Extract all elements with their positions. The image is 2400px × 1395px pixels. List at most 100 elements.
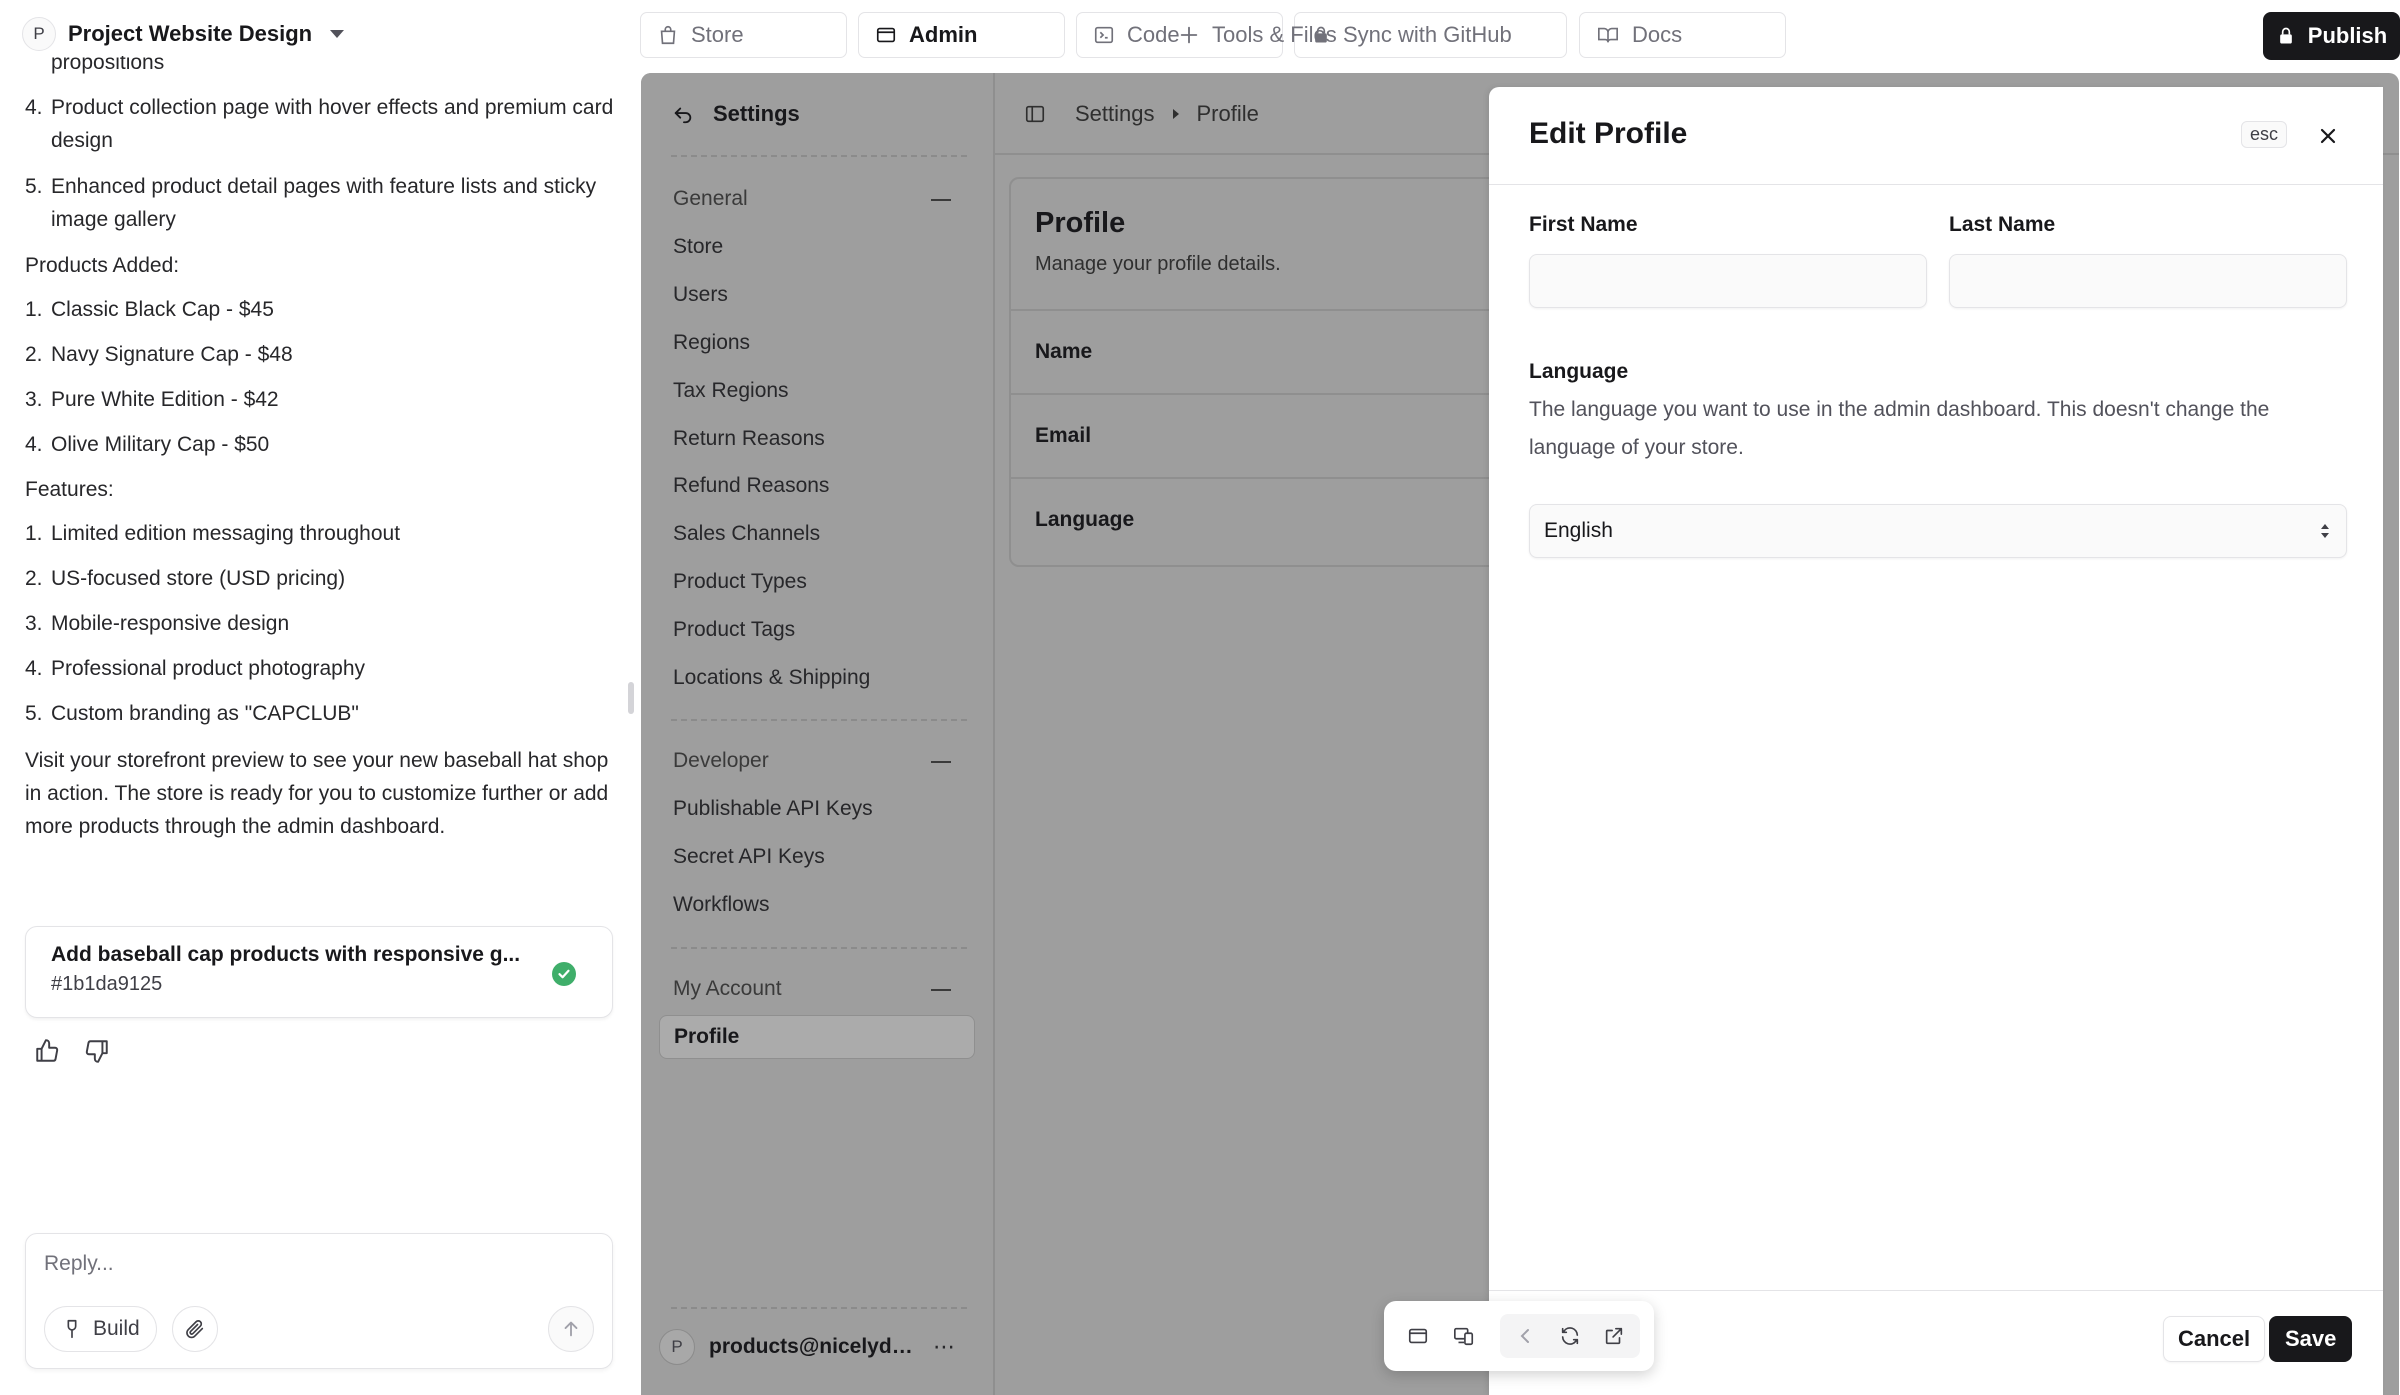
minus-icon[interactable] [931,199,951,201]
sidebar-item-return-reasons[interactable]: Return Reasons [673,427,825,451]
edit-profile-drawer: Edit Profile esc First Name Last Name La… [1489,87,2383,1395]
sidebar-item-secret-api-keys[interactable]: Secret API Keys [673,845,825,869]
build-label: Build [93,1317,140,1340]
book-open-icon [1598,27,1618,43]
chevron-right-icon [1172,109,1179,119]
sidebar-item-tax-regions[interactable]: Tax Regions [673,379,789,403]
settings-back-button[interactable]: Settings [671,101,800,127]
thumbs-up-icon[interactable] [32,1036,62,1066]
sidebar-item-locations-shipping[interactable]: Locations & Shipping [673,666,870,690]
attach-button[interactable] [172,1306,218,1352]
check-circle-icon [552,962,576,986]
plus-icon [1180,26,1198,44]
sidebar-item-refund-reasons[interactable]: Refund Reasons [673,474,829,498]
close-icon[interactable] [2313,121,2343,151]
preview-toolbar [1384,1301,1654,1371]
first-name-input[interactable] [1529,254,1927,308]
publish-button[interactable]: Publish [2263,12,2400,60]
sidebar-item-regions[interactable]: Regions [673,331,750,355]
first-name-label: First Name [1529,213,1638,236]
preview-nav-group [1500,1314,1640,1358]
lock-icon [2279,27,2292,44]
sidebar-toggle-icon[interactable] [1023,103,1047,125]
language-label: Language [1529,360,1629,383]
divider [671,719,967,721]
list-item: 2. US-focused store (USD pricing) [25,567,346,590]
settings-sidebar: Settings General Store Users Regions Tax… [641,73,995,1395]
profile-card: Profile Manage your profile details. Nam… [1009,177,1529,567]
save-button[interactable]: Save [2269,1316,2353,1362]
products-list: 1. Classic Black Cap - $45 2. Navy Signatu… [25,293,615,461]
sidebar-item-store[interactable]: Store [673,235,723,259]
user-menu[interactable]: P products@nicelydon... ⋯ [659,1325,975,1369]
minus-icon[interactable] [931,989,951,991]
breadcrumb-profile: Profile [1196,101,1259,126]
divider [671,155,967,157]
project-name: Project Website Design [68,21,313,46]
panel-resize-handle[interactable] [628,682,634,714]
reply-composer: Build [25,1233,613,1369]
commit-card[interactable]: Add baseball cap products with responsiv… [25,926,613,1018]
profile-row-language: Language [1011,477,1527,561]
clipped-text: propositions [51,56,165,74]
language-select[interactable]: English [1529,504,2347,558]
list-item: 5. Enhanced product detail pages with fea… [25,175,597,231]
features-heading: Features: [25,478,114,501]
reply-input[interactable] [44,1252,584,1276]
list-item: 5. Custom branding as "CAPCLUB" [25,702,359,725]
divider [671,947,967,949]
sidebar-item-users[interactable]: Users [673,283,728,307]
sidebar-item-product-tags[interactable]: Product Tags [673,618,795,642]
sidebar-item-profile[interactable]: Profile [659,1015,975,1059]
feature-list-top: 4. Product collection page with hover eff… [25,91,615,236]
last-name-input[interactable] [1949,254,2347,308]
select-arrows-icon [2321,524,2329,538]
list-item: 3. Pure White Edition - $42 [25,388,279,411]
language-description: The language you want to use in the admi… [1529,398,2270,459]
profile-title: Profile [1035,207,1126,239]
language-select-value: English [1544,519,1613,542]
refresh-icon[interactable] [1550,1316,1590,1356]
send-button[interactable] [548,1306,594,1352]
thumbs-down-icon[interactable] [82,1036,112,1066]
responsive-view-icon[interactable] [1444,1316,1484,1356]
settings-group-developer[interactable]: Developer [673,749,769,773]
products-heading: Products Added: [25,254,180,277]
sidebar-item-sales-channels[interactable]: Sales Channels [673,522,820,546]
tab-admin[interactable]: Admin [858,12,1065,58]
terminal-icon [1094,26,1114,44]
sidebar-item-product-types[interactable]: Product Types [673,570,807,594]
tab-docs[interactable]: Docs [1579,12,1786,58]
project-switcher[interactable]: P Project Website Design [22,16,345,52]
minus-icon[interactable] [931,761,951,763]
sidebar-item-publishable-api-keys[interactable]: Publishable API Keys [673,797,873,821]
drawer-title: Edit Profile [1529,117,1688,150]
drawer-header: Edit Profile esc [1489,87,2383,185]
settings-group-general[interactable]: General [673,187,748,211]
list-item: 4. Olive Military Cap - $50 [25,433,270,456]
build-button[interactable]: Build [44,1306,157,1352]
external-link-icon[interactable] [1594,1316,1634,1356]
user-email: products@nicelydon... [709,1335,919,1358]
chat-panel: P Project Website Design propositions 4.… [0,0,630,1395]
arrow-up-icon [564,1321,578,1337]
back-arrow-icon [674,107,692,124]
cancel-button[interactable]: Cancel [2163,1316,2266,1362]
chat-message: propositions 4. Product collection page w… [25,56,615,843]
more-horizontal-icon[interactable]: ⋯ [933,1334,957,1360]
sidebar-item-workflows[interactable]: Workflows [673,893,769,917]
esc-key-badge: esc [2241,121,2288,148]
tools-files-button[interactable]: Tools & Files [1178,12,1337,58]
breadcrumb-settings[interactable]: Settings [1075,101,1155,127]
profile-subtitle: Manage your profile details. [1035,253,1281,275]
chevron-left-icon[interactable] [1506,1316,1546,1356]
paperclip-icon [186,1320,204,1339]
profile-row-name: Name [1011,309,1527,393]
desktop-view-icon[interactable] [1398,1316,1438,1356]
list-item: 4. Professional product photography [25,657,366,680]
shopping-bag-icon [660,25,676,45]
tab-store[interactable]: Store [640,12,847,58]
closing-paragraph: Visit your storefront preview to see you… [25,749,609,838]
settings-group-my-account[interactable]: My Account [673,977,782,1001]
list-item: 2. Navy Signature Cap - $48 [25,343,293,366]
